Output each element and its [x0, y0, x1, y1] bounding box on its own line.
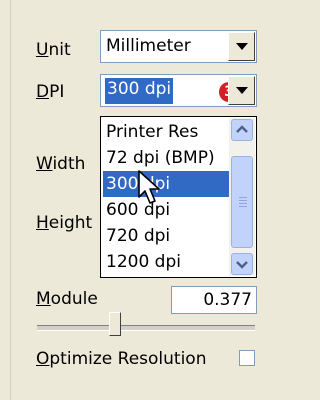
- unit-select[interactable]: Millimeter: [100, 30, 257, 63]
- module-label: Module: [36, 289, 98, 309]
- unit-label: Unit: [36, 40, 71, 60]
- dropdown-scrollbar[interactable]: [229, 118, 255, 276]
- dpi-dropdown-button[interactable]: [228, 76, 255, 105]
- settings-panel: Unit Millimeter DPI 300 dpi 3 Width Heig…: [10, 0, 258, 400]
- dpi-option[interactable]: 600 dpi: [103, 197, 232, 223]
- unit-select-value: Millimeter: [106, 36, 191, 56]
- dpi-option[interactable]: 1200 dpi: [103, 249, 232, 275]
- mouse-pointer-icon: [138, 170, 160, 204]
- scroll-up-arrow-icon[interactable]: [231, 119, 253, 141]
- optimize-resolution-checkbox[interactable]: [239, 350, 255, 366]
- dpi-select[interactable]: 300 dpi 3: [100, 74, 257, 107]
- dpi-select-value: 300 dpi: [105, 78, 174, 104]
- optimize-resolution-label: Optimize Resolution: [36, 349, 207, 369]
- module-input[interactable]: 0.377: [171, 286, 257, 314]
- dpi-option[interactable]: Printer Res: [103, 119, 232, 145]
- dpi-label: DPI: [36, 82, 65, 102]
- dpi-option[interactable]: 720 dpi: [103, 223, 232, 249]
- scroll-down-arrow-icon[interactable]: [231, 253, 253, 275]
- unit-dropdown-button[interactable]: [228, 32, 255, 61]
- width-label: Width: [36, 154, 86, 174]
- height-label: Height: [36, 213, 93, 233]
- resolution-slider-thumb[interactable]: [109, 312, 122, 336]
- dpi-option[interactable]: 72 dpi (BMP): [103, 145, 232, 171]
- dpi-dropdown-list[interactable]: Printer Res 72 dpi (BMP) 300 dpi 600 dpi…: [100, 116, 257, 278]
- resolution-slider-track[interactable]: [37, 325, 255, 331]
- scrollbar-thumb[interactable]: [231, 156, 253, 248]
- dpi-option-selected[interactable]: 300 dpi: [103, 171, 232, 197]
